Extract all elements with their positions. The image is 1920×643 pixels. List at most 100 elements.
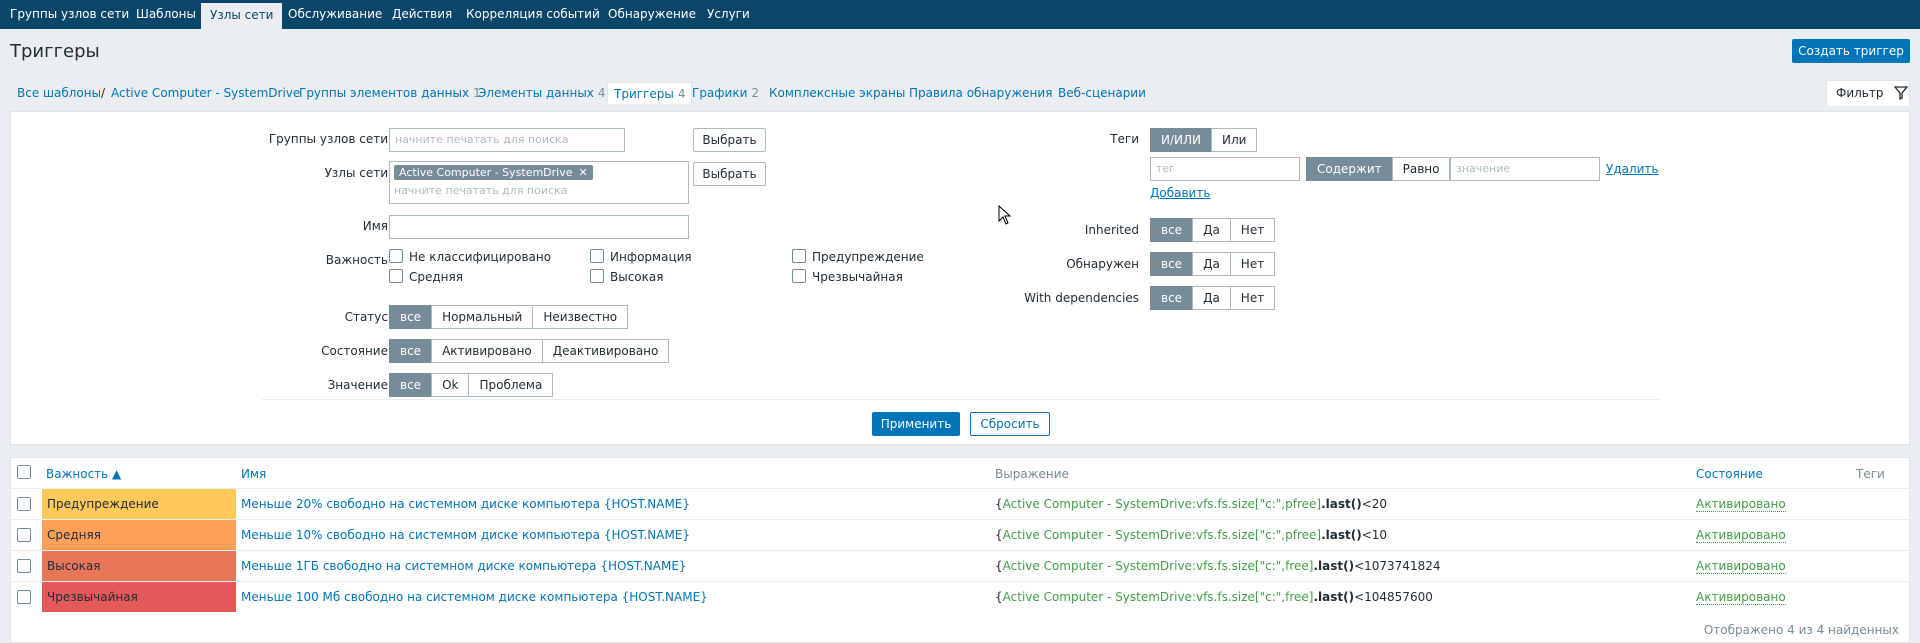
severity-not-classified-checkbox[interactable]: Не классифицировано [389, 249, 551, 264]
dependencies-yes[interactable]: Да [1192, 286, 1231, 310]
state-disabled[interactable]: Деактивировано [541, 339, 670, 363]
name-input[interactable] [389, 215, 689, 239]
expression-item-link[interactable]: Active Computer - SystemDrive:vfs.fs.siz… [1003, 528, 1321, 542]
severity-high-checkbox[interactable]: Высокая [590, 269, 663, 284]
triggers-table: Важность ▲ Имя Выражение Состояние Теги … [10, 457, 1910, 643]
value-problem[interactable]: Проблема [468, 373, 554, 397]
breadcrumb-separator: / [101, 86, 106, 100]
menu-hosts[interactable]: Узлы сети [201, 3, 283, 29]
tab-discovery-rules[interactable]: Правила обнаружения [909, 86, 1052, 100]
header-severity[interactable]: Важность ▲ [46, 467, 121, 481]
tag-name-input[interactable]: тег [1150, 157, 1300, 181]
dependencies-all[interactable]: все [1150, 286, 1194, 310]
inherited-yes[interactable]: Да [1192, 218, 1231, 242]
tag-value-input[interactable]: значение [1450, 157, 1600, 181]
filter-panel: Группы узлов сети начните печатать для п… [10, 111, 1910, 445]
discovered-all[interactable]: все [1150, 252, 1194, 276]
severity-cell: Предупреждение [42, 489, 236, 519]
expression: {Active Computer - SystemDrive:vfs.fs.si… [995, 590, 1433, 604]
breadcrumb: Все шаблоны / Active Computer - SystemDr… [0, 82, 1920, 104]
state-toggle-link[interactable]: Активировано [1696, 559, 1786, 574]
value-ok[interactable]: Ok [431, 373, 470, 397]
table-row: Чрезвычайная Меньше 100 Мб свободно на с… [11, 581, 1909, 612]
row-checkbox[interactable] [17, 590, 31, 604]
status-all[interactable]: все [389, 305, 433, 329]
header-name[interactable]: Имя [241, 467, 266, 481]
severity-cell: Чрезвычайная [42, 582, 236, 612]
tab-item-groups[interactable]: Группы элементов данных 1 [299, 86, 481, 100]
remove-tag-icon[interactable]: ✕ [579, 166, 588, 179]
value-all[interactable]: все [389, 373, 433, 397]
tag-remove-link[interactable]: Удалить [1606, 162, 1659, 176]
discovered-toggle: все Да Нет [1150, 252, 1276, 276]
name-label: Имя [362, 219, 388, 233]
host-tag: Active Computer - SystemDrive ✕ [394, 165, 593, 180]
trigger-name-link[interactable]: Меньше 10% свободно на системном диске к… [241, 528, 690, 542]
trigger-name-link[interactable]: Меньше 1ГБ свободно на системном диске к… [241, 559, 687, 573]
breadcrumb-host[interactable]: Active Computer - SystemDrive [111, 86, 300, 100]
select-all-checkbox[interactable] [17, 465, 31, 479]
state-toggle-link[interactable]: Активировано [1696, 590, 1786, 605]
state-toggle-link[interactable]: Активировано [1696, 497, 1786, 512]
header-expression: Выражение [995, 467, 1069, 481]
tags-mode-and-or[interactable]: И/ИЛИ [1150, 128, 1212, 152]
state-toggle-link[interactable]: Активировано [1696, 528, 1786, 543]
status-unknown[interactable]: Неизвестно [532, 305, 629, 329]
tag-operator-equals[interactable]: Равно [1391, 157, 1451, 181]
severity-label: Важность [325, 253, 388, 267]
host-groups-select-button[interactable]: Выбрать [693, 128, 766, 152]
breadcrumb-all-templates[interactable]: Все шаблоны [17, 86, 101, 100]
severity-average-checkbox[interactable]: Средняя [389, 269, 463, 284]
dependencies-no[interactable]: Нет [1229, 286, 1276, 310]
header-state[interactable]: Состояние [1696, 467, 1763, 481]
host-groups-label: Группы узлов сети [268, 132, 388, 146]
severity-disaster-checkbox[interactable]: Чрезвычайная [792, 269, 903, 284]
create-trigger-button[interactable]: Создать триггер [1792, 39, 1910, 63]
menu-discovery[interactable]: Обнаружение [608, 0, 696, 29]
state-all[interactable]: все [389, 339, 433, 363]
state-enabled[interactable]: Активировано [431, 339, 543, 363]
tab-triggers[interactable]: Триггеры 4 [607, 82, 693, 104]
tab-items[interactable]: Элементы данных 4 [478, 86, 606, 100]
menu-actions[interactable]: Действия [392, 0, 452, 29]
inherited-no[interactable]: Нет [1229, 218, 1276, 242]
tag-operator-contains[interactable]: Содержит [1306, 157, 1393, 181]
apply-button[interactable]: Применить [872, 412, 960, 436]
trigger-name-link[interactable]: Меньше 20% свободно на системном диске к… [241, 497, 690, 511]
table-row: Предупреждение Меньше 20% свободно на си… [11, 488, 1909, 519]
row-checkbox[interactable] [17, 528, 31, 542]
tab-screens[interactable]: Комплексные экраны [769, 86, 905, 100]
tag-add-link[interactable]: Добавить [1150, 186, 1210, 200]
menu-templates[interactable]: Шаблоны [136, 0, 196, 29]
row-checkbox[interactable] [17, 559, 31, 573]
reset-button[interactable]: Сбросить [970, 412, 1050, 436]
hosts-select-button[interactable]: Выбрать [693, 162, 766, 186]
tab-web-scenarios[interactable]: Веб-сценарии [1058, 86, 1146, 100]
table-footer-count: Отображено 4 из 4 найденных [1703, 623, 1899, 637]
filter-divider [262, 399, 1660, 400]
severity-warning-checkbox[interactable]: Предупреждение [792, 249, 924, 264]
menu-host-groups[interactable]: Группы узлов сети [10, 0, 129, 29]
expression-item-link[interactable]: Active Computer - SystemDrive:vfs.fs.siz… [1003, 497, 1321, 511]
status-normal[interactable]: Нормальный [431, 305, 534, 329]
discovered-yes[interactable]: Да [1192, 252, 1231, 276]
tab-graphs[interactable]: Графики 2 [692, 86, 759, 100]
host-groups-input[interactable]: начните печатать для поиска [389, 128, 625, 152]
hosts-label: Узлы сети [324, 166, 388, 180]
hosts-search-placeholder: начните печатать для поиска [394, 184, 568, 197]
trigger-name-link[interactable]: Меньше 100 Мб свободно на системном диск… [241, 590, 708, 604]
expression-item-link[interactable]: Active Computer - SystemDrive:vfs.fs.siz… [1003, 559, 1314, 573]
severity-information-checkbox[interactable]: Информация [590, 249, 692, 264]
hosts-multiselect[interactable]: Active Computer - SystemDrive ✕ начните п… [389, 161, 689, 204]
dependencies-toggle: все Да Нет [1150, 286, 1276, 310]
filter-tab[interactable]: Фильтр [1826, 80, 1910, 106]
inherited-all[interactable]: все [1150, 218, 1194, 242]
menu-maintenance[interactable]: Обслуживание [288, 0, 382, 29]
row-checkbox[interactable] [17, 497, 31, 511]
expression-item-link[interactable]: Active Computer - SystemDrive:vfs.fs.siz… [1003, 590, 1314, 604]
tags-label: Теги [1110, 132, 1139, 146]
menu-event-correlation[interactable]: Корреляция событий [466, 0, 600, 29]
tags-mode-or[interactable]: Или [1211, 128, 1258, 152]
discovered-no[interactable]: Нет [1229, 252, 1276, 276]
menu-services[interactable]: Услуги [707, 0, 750, 29]
